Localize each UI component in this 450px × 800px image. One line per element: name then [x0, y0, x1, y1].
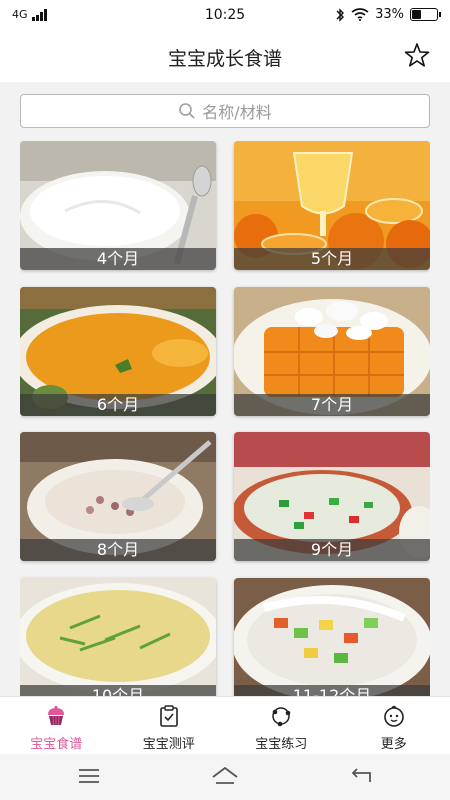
search-placeholder: 名称/材料 [202, 103, 272, 122]
cupcake-icon [48, 705, 65, 726]
recipe-card-4-months[interactable]: 4个月 [20, 141, 216, 270]
tab-assessment[interactable]: 宝宝测评 [113, 697, 226, 754]
recipe-label: 8个月 [20, 539, 216, 561]
recipe-card-10-months[interactable]: 10个月 [20, 578, 216, 696]
scallion-congee-photo [20, 578, 216, 696]
wifi-icon [351, 8, 369, 21]
recipe-card-8-months[interactable]: 8个月 [20, 432, 216, 561]
recipe-label: 5个月 [234, 248, 430, 270]
recipe-grid: 4个月 5个月 6个月 7个月 8个月 9个月 10个月 11-12个月 [20, 141, 430, 696]
bluetooth-icon [336, 7, 345, 22]
tab-recipes[interactable]: 宝宝食谱 [0, 697, 113, 754]
home-icon[interactable] [210, 765, 240, 787]
search-bar[interactable]: 名称/材料 [20, 94, 430, 128]
app-header: 宝宝成长食谱 [0, 32, 450, 82]
recipe-card-11-12-months[interactable]: 11-12个月 [234, 578, 430, 696]
menu-icon[interactable] [74, 765, 104, 787]
recipe-label: 10个月 [20, 685, 216, 696]
fish-vegetable-plate-photo [234, 578, 430, 696]
clipboard-check-icon [159, 705, 178, 727]
search-input[interactable]: 名称/材料 [20, 94, 430, 128]
tab-label: 宝宝食谱 [30, 737, 83, 752]
recipe-card-6-months[interactable]: 6个月 [20, 287, 216, 416]
baby-face-icon [383, 705, 404, 727]
tab-label: 宝宝测评 [142, 737, 195, 752]
recipe-label: 11-12个月 [234, 685, 430, 696]
search-icon [179, 103, 195, 119]
status-icons: 33% [335, 7, 441, 22]
battery-icon [410, 8, 441, 21]
recipe-label: 7个月 [234, 394, 430, 416]
battery-level [412, 10, 421, 19]
recipe-card-7-months[interactable]: 7个月 [234, 287, 430, 416]
tab-label: 更多 [380, 737, 407, 752]
back-icon[interactable] [346, 765, 376, 787]
recipe-card-9-months[interactable]: 9个月 [234, 432, 430, 561]
tab-practice[interactable]: 宝宝练习 [225, 697, 338, 754]
recipe-card-5-months[interactable]: 5个月 [234, 141, 430, 270]
bottom-tab-bar: 宝宝食谱 宝宝测评 宝宝练习 更多 [0, 696, 450, 754]
battery-percent: 33% [375, 7, 404, 22]
system-nav-bar [0, 754, 450, 800]
recipe-label: 6个月 [20, 394, 216, 416]
recipe-label: 4个月 [20, 248, 216, 270]
share-nodes-icon [272, 707, 291, 727]
page-title: 宝宝成长食谱 [167, 48, 282, 70]
status-bar: 4G 10:25 33% [0, 0, 450, 32]
tab-label: 宝宝练习 [255, 737, 308, 752]
tab-more[interactable]: 更多 [338, 697, 450, 754]
star-outline-icon[interactable] [404, 42, 430, 68]
recipe-label: 9个月 [234, 539, 430, 561]
